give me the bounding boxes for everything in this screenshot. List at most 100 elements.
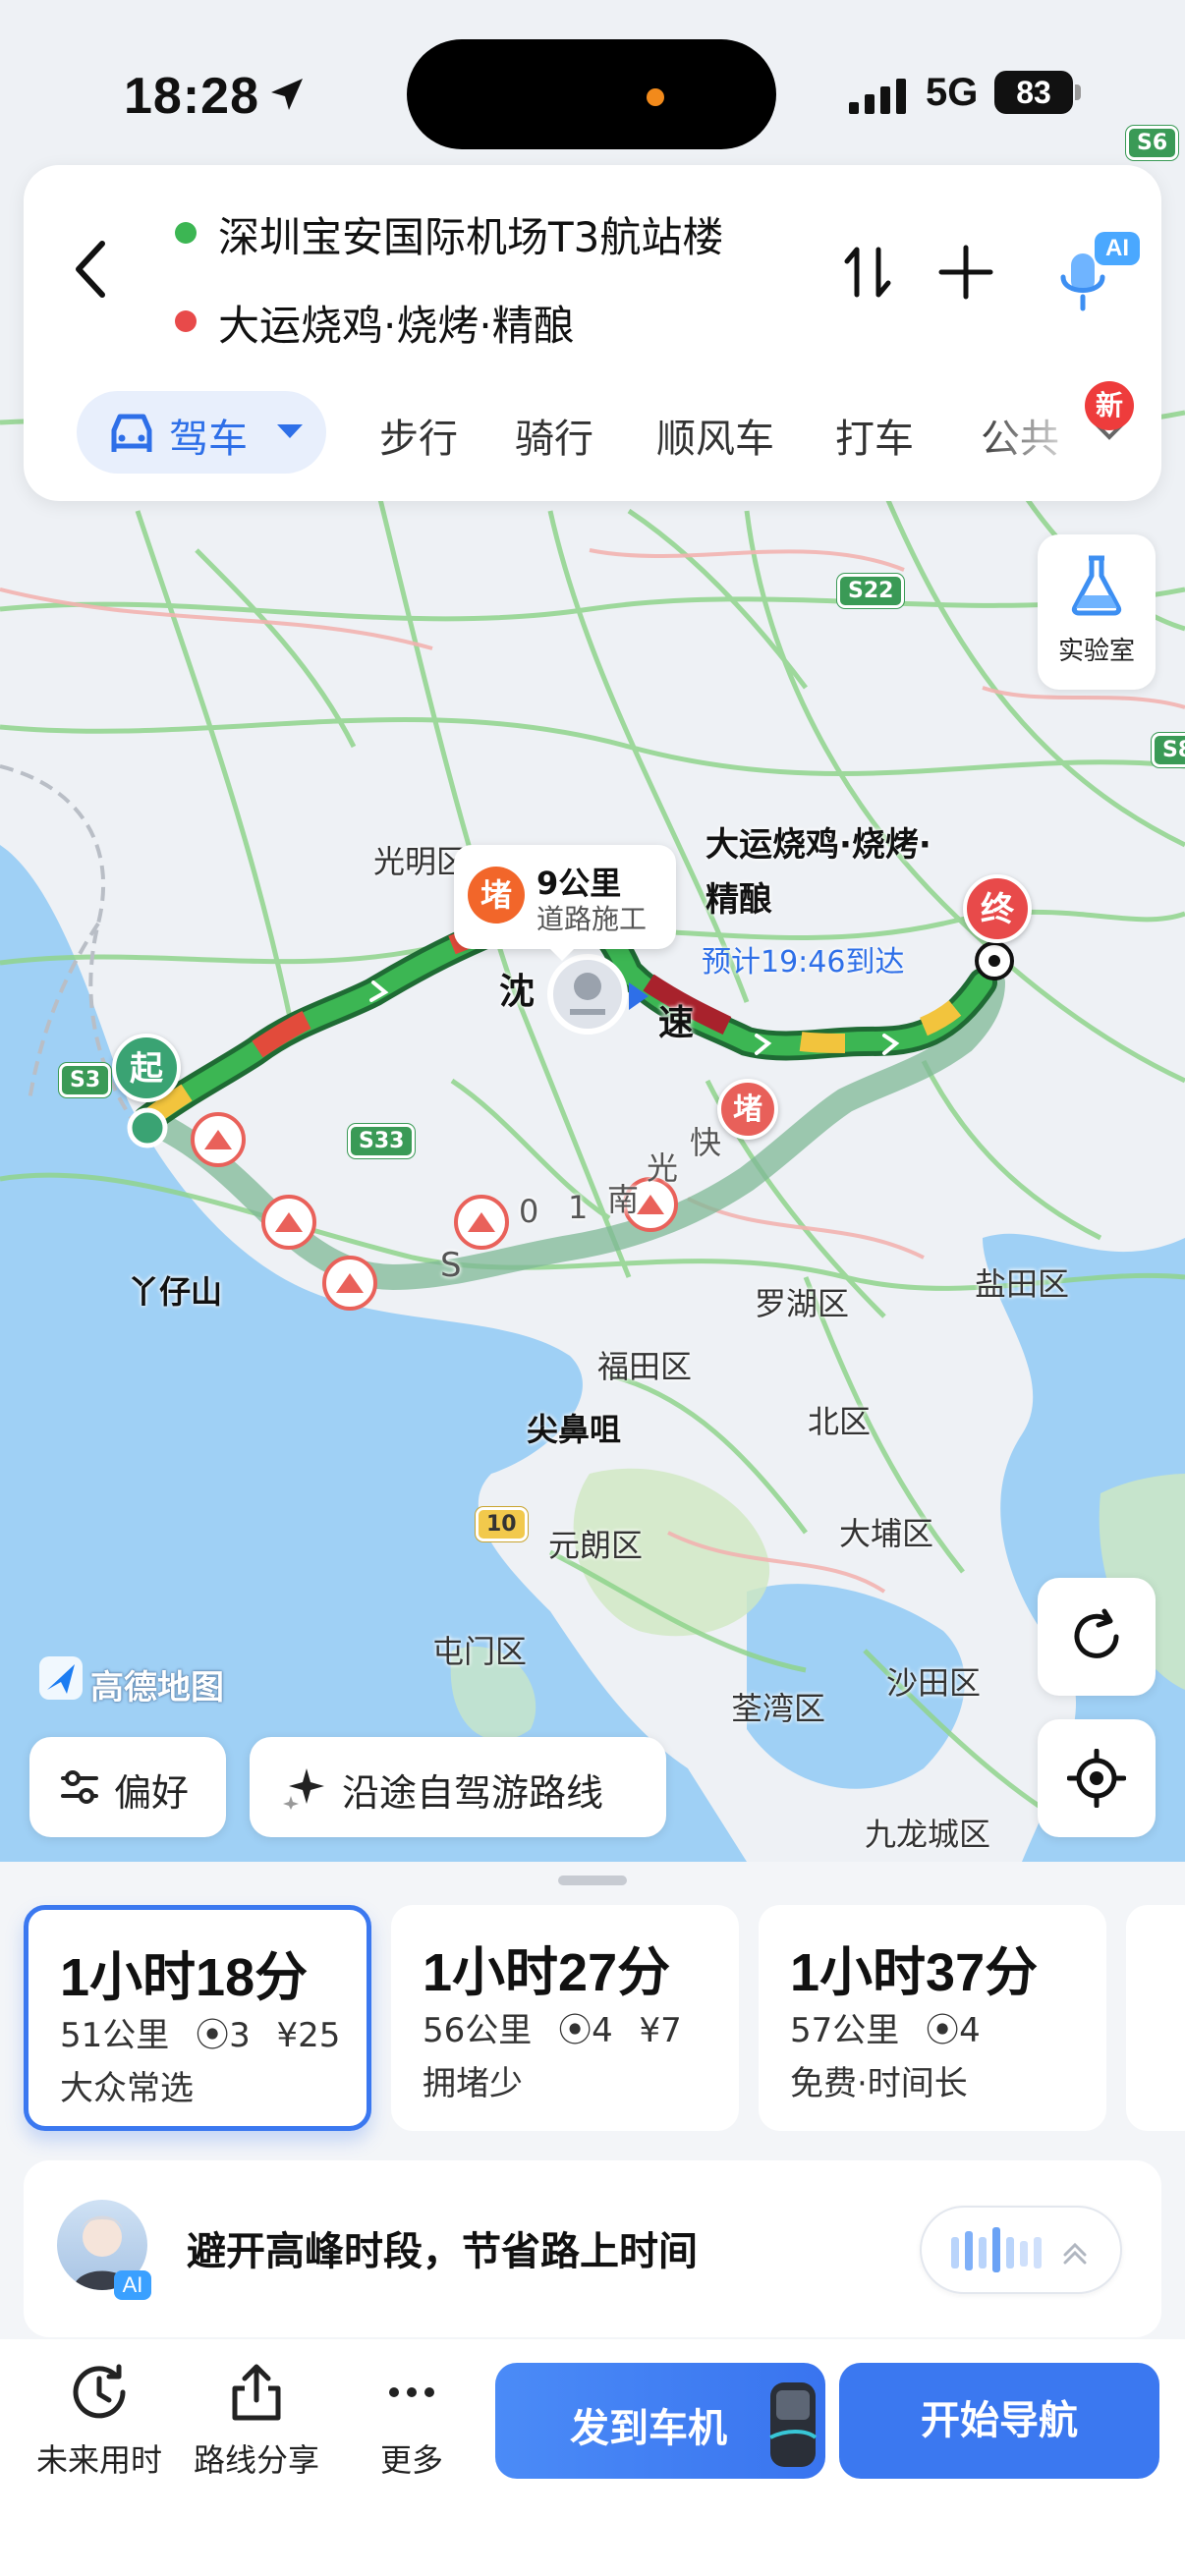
ai-tag: AI <box>114 2270 151 2300</box>
add-waypoint-icon[interactable] <box>933 240 998 305</box>
map-label-taipo: 大埔区 <box>839 1515 934 1552</box>
mode-walk[interactable]: 步行 <box>379 407 458 464</box>
origin-field[interactable]: 深圳宝安国际机场T3航站楼 <box>218 204 723 264</box>
map-label-jianbizui: 尖鼻咀 <box>527 1411 622 1448</box>
route-tag: 拥堵少 <box>423 2064 523 2103</box>
route-meta: 56公里 ⦿4 ¥7 <box>423 2011 682 2050</box>
send-to-car-button[interactable]: 发到车机 <box>495 2363 825 2479</box>
road-char: 1 <box>568 1189 589 1226</box>
road-char: 快 <box>690 1124 722 1161</box>
map-label-yantian: 盐田区 <box>975 1265 1070 1303</box>
destination-field[interactable]: 大运烧鸡·烧烤·精酿 <box>218 293 575 353</box>
refresh-button[interactable] <box>1038 1578 1156 1696</box>
jam-icon: 堵 <box>468 867 525 924</box>
send-to-car-label: 发到车机 <box>570 2406 727 2451</box>
traffic-light-icon: ⦿ <box>558 2011 592 2050</box>
ai-expand-button[interactable] <box>920 2206 1122 2294</box>
sparkle-icon <box>283 1768 324 1810</box>
flask-icon <box>1071 555 1122 616</box>
traffic-light-icon: ⦿ <box>196 2016 230 2055</box>
map-label-luohu: 罗湖区 <box>755 1285 850 1322</box>
ai-suggestion-text: 避开高峰时段，节省路上时间 <box>187 2229 698 2274</box>
route-option-4[interactable] <box>1126 1905 1185 2131</box>
signal-icon <box>849 79 906 114</box>
chevron-down-icon <box>277 424 303 438</box>
route-card: 深圳宝安国际机场T3航站楼 大运烧鸡·烧烤·精酿 AI 驾车 步行 骑行 顺风车… <box>24 165 1161 501</box>
lab-label: 实验室 <box>1057 637 1135 666</box>
voice-wave-icon <box>951 2227 1087 2272</box>
new-badge: 新 <box>1085 381 1134 430</box>
locate-icon <box>1067 1749 1126 1808</box>
back-icon[interactable] <box>63 230 118 308</box>
preference-label: 偏好 <box>114 1771 190 1815</box>
amap-logo-text: 高德地图 <box>90 1668 224 1708</box>
ai-badge: AI <box>1095 232 1140 265</box>
battery-icon: 83 <box>994 71 1073 114</box>
destination-dot <box>175 310 197 332</box>
map-label-yuenlong: 元朗区 <box>548 1527 644 1564</box>
bottom-sheet: 1小时18分 51公里 ⦿3 ¥25 大众常选 1小时27分 56公里 ⦿4 ¥… <box>0 1862 1185 2576</box>
jam-callout[interactable]: 堵 9公里 道路施工 <box>454 845 676 961</box>
mode-drive-label: 驾车 <box>169 417 248 462</box>
map-label-kowloon-city: 九龙城区 <box>865 1816 991 1853</box>
map-label-tuenmun: 屯门区 <box>432 1633 528 1670</box>
start-navigation-button[interactable]: 开始导航 <box>839 2363 1159 2479</box>
status-bar: 18:28 5G 83 <box>0 0 1185 157</box>
route-duration: 1小时27分 <box>423 1943 671 2002</box>
lab-button[interactable]: 实验室 <box>1038 534 1156 690</box>
mode-drive-dropdown[interactable]: 驾车 <box>77 391 326 474</box>
road-shield-10: 10 <box>476 1507 528 1541</box>
start-pin[interactable]: 起 <box>112 1034 181 1102</box>
island-indicator <box>647 88 664 106</box>
route-tag: 大众常选 <box>60 2069 194 2108</box>
ai-suggestion-banner[interactable]: AI 避开高峰时段，节省路上时间 <box>24 2160 1161 2337</box>
mode-bike[interactable]: 骑行 <box>515 407 593 464</box>
road-char: S <box>440 1246 462 1285</box>
future-time-button[interactable]: 未来用时 <box>26 2361 173 2481</box>
road-char: 光 <box>647 1149 679 1187</box>
future-time-label: 未来用时 <box>35 2441 162 2479</box>
road-char: 南 <box>607 1181 640 1218</box>
route-meta: 51公里 ⦿3 ¥25 <box>60 2016 341 2055</box>
road-char: 0 <box>519 1193 539 1230</box>
clock-icon <box>73 2364 126 2419</box>
amap-logo: 高德地图 <box>39 1656 224 1708</box>
share-icon <box>232 2364 281 2421</box>
road-shield-s3: S3 <box>59 1063 112 1097</box>
map-label-north: 北区 <box>808 1403 872 1440</box>
locate-button[interactable] <box>1038 1719 1156 1837</box>
network-label: 5G <box>926 71 979 114</box>
more-button[interactable]: 更多 <box>338 2361 485 2481</box>
jam-reason: 道路施工 <box>536 903 648 935</box>
route-option-3[interactable]: 1小时37分 57公里 ⦿4 免费·时间长 <box>759 1905 1106 2131</box>
transport-mode-bar: 驾车 步行 骑行 顺风车 打车 公共 <box>53 391 1134 481</box>
sliders-icon <box>61 1770 98 1804</box>
sheet-grabber[interactable] <box>558 1876 627 1885</box>
end-pin[interactable]: 终 <box>963 874 1032 943</box>
location-arrow-icon <box>271 79 303 110</box>
jam-marker[interactable]: 堵 <box>717 1079 778 1140</box>
route-option-1[interactable]: 1小时18分 51公里 ⦿3 ¥25 大众常选 <box>24 1905 371 2131</box>
route-meta: 57公里 ⦿4 <box>790 2011 981 2050</box>
map-label-tsuenwan: 荃湾区 <box>731 1690 826 1727</box>
route-share-button[interactable]: 路线分享 <box>183 2361 330 2481</box>
map-label-futian: 福田区 <box>597 1348 693 1385</box>
dynamic-island <box>407 39 776 149</box>
amap-logo-icon <box>39 1656 83 1700</box>
action-footer: 未来用时 路线分享 更多 发到车机 开始导航 <box>0 2339 1185 2576</box>
route-duration: 1小时37分 <box>790 1943 1039 2002</box>
origin-dot <box>175 222 197 244</box>
road-shield-s33: S33 <box>348 1124 416 1158</box>
map-label-yazaishan: 丫仔山 <box>128 1273 223 1311</box>
more-icon <box>389 2387 434 2397</box>
map-label-shatin: 沙田区 <box>886 1664 982 1702</box>
traffic-light-icon: ⦿ <box>926 2011 960 2050</box>
route-option-2[interactable]: 1小时27分 56公里 ⦿4 ¥7 拥堵少 <box>391 1905 739 2131</box>
preference-button[interactable]: 偏好 <box>29 1737 226 1837</box>
mode-taxi[interactable]: 打车 <box>835 407 914 464</box>
car-device-icon <box>769 2382 818 2467</box>
mode-carpool[interactable]: 顺风车 <box>656 407 774 464</box>
route-share-label: 路线分享 <box>193 2441 319 2479</box>
scenic-route-button[interactable]: 沿途自驾游路线 <box>250 1737 666 1837</box>
swap-icon[interactable] <box>835 240 900 305</box>
